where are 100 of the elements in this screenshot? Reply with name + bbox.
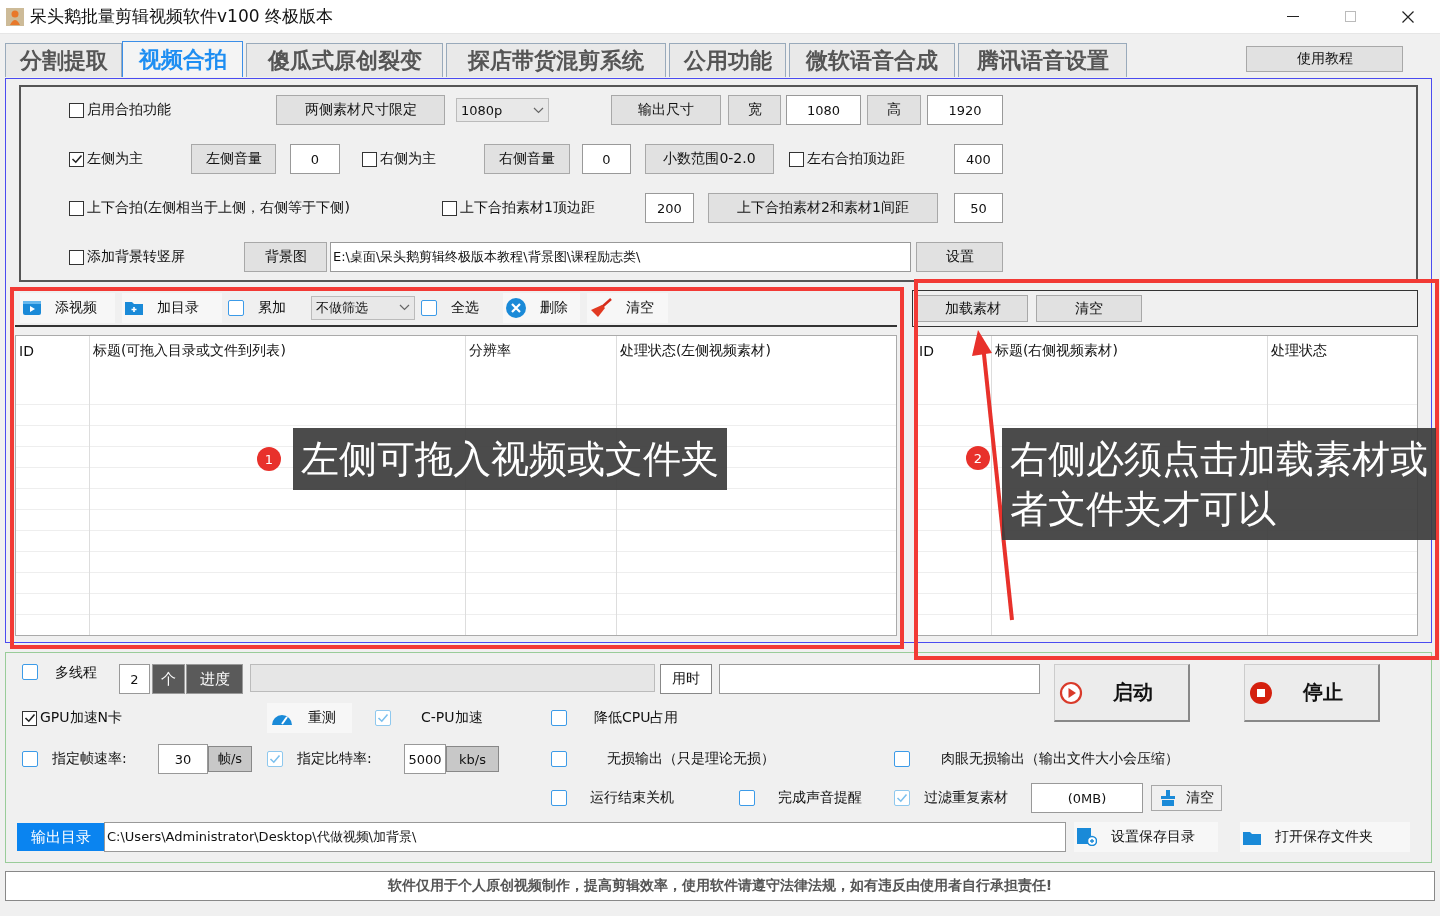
- checkbox[interactable]: [69, 151, 84, 167]
- tab[interactable]: 傻瓜式原创裂变: [246, 43, 443, 77]
- checkbox-label: 过滤重复素材: [924, 789, 1008, 807]
- checkbox[interactable]: [551, 710, 567, 726]
- maximize-icon[interactable]: [1345, 11, 1356, 22]
- checkbox[interactable]: [739, 790, 755, 806]
- checkbox-label: C-PU加速: [421, 709, 483, 727]
- button[interactable]: 背景图: [244, 242, 327, 272]
- button[interactable]: 上下合拍素材2和素材1间距: [708, 193, 938, 223]
- checkbox[interactable]: [69, 200, 84, 216]
- dropdown[interactable]: 1080p: [456, 98, 549, 122]
- minimize-icon[interactable]: [1287, 15, 1299, 18]
- text-field[interactable]: [719, 664, 1040, 694]
- text-field[interactable]: E:\桌面\呆头鹅剪辑终极版本教程\背景图\课程励志类\: [330, 242, 911, 272]
- checkbox[interactable]: [228, 299, 244, 316]
- checkbox-label: 无损输出（只是理论无损）: [607, 750, 775, 768]
- tab[interactable]: 分割提取: [5, 43, 122, 77]
- checkbox[interactable]: [894, 751, 910, 767]
- checkbox[interactable]: [551, 790, 567, 806]
- checkbox-label: 多线程: [55, 664, 97, 682]
- brush-icon: [1159, 790, 1176, 806]
- button[interactable]: 设置: [916, 242, 1003, 272]
- checkbox-label: 右侧为主: [380, 150, 436, 168]
- button[interactable]: 小数范围0-2.0: [645, 144, 774, 174]
- checkbox-label: 左侧为主: [87, 150, 143, 168]
- checkbox-label: 指定比特率:: [297, 750, 372, 768]
- dropdown[interactable]: 不做筛选: [311, 295, 415, 320]
- checkbox[interactable]: [789, 151, 804, 167]
- tool-button[interactable]: 添视频: [20, 292, 115, 323]
- text-field[interactable]: 50: [954, 193, 1003, 223]
- checkbox[interactable]: [22, 710, 37, 726]
- text-field[interactable]: 200: [645, 193, 694, 223]
- button[interactable]: 高: [867, 95, 921, 125]
- checkbox-label: GPU加速N卡: [40, 709, 122, 727]
- text-field[interactable]: C:\Users\Administrator\Desktop\代做视频\加背景\: [104, 822, 1066, 852]
- button[interactable]: 加载素材: [917, 295, 1028, 322]
- clear-button[interactable]: 清空: [1151, 785, 1222, 811]
- text-field[interactable]: 1080: [786, 95, 861, 125]
- text-field[interactable]: 30: [158, 744, 208, 774]
- text-field[interactable]: 5000: [404, 744, 446, 774]
- checkbox-label: 完成声音提醒: [778, 789, 862, 807]
- column-header[interactable]: 处理状态: [1271, 342, 1327, 360]
- chevron-icon: [533, 106, 544, 114]
- checkbox-label: 降低CPU占用: [594, 709, 679, 727]
- column-header[interactable]: 标题(右侧视频素材): [995, 342, 1118, 360]
- text-field[interactable]: 1920: [927, 95, 1003, 125]
- help-button[interactable]: 使用教程: [1246, 46, 1403, 72]
- callout-text: 右侧必须点击加载素材或者文件夹才可以: [1002, 428, 1436, 540]
- text-field[interactable]: 0: [582, 144, 631, 174]
- tool-button[interactable]: 删除: [503, 292, 580, 323]
- checkbox-label: 添加背景转竖屏: [87, 248, 185, 266]
- checkbox[interactable]: [442, 200, 457, 216]
- text-field[interactable]: 400: [954, 144, 1003, 174]
- checkbox-label: 全选: [451, 298, 479, 317]
- checkbox[interactable]: [69, 249, 84, 265]
- play-icon: [1059, 680, 1083, 705]
- unit-label: 帧/s: [208, 746, 252, 772]
- checkbox-label: 肉眼无损输出（输出文件大小会压缩）: [941, 750, 1179, 768]
- button[interactable]: 输出尺寸: [611, 95, 721, 125]
- checkbox[interactable]: [421, 299, 437, 316]
- stop-icon: [1249, 680, 1273, 705]
- tab[interactable]: 腾讯语音设置: [958, 43, 1127, 77]
- tab[interactable]: 探店带货混剪系统: [446, 43, 666, 77]
- video-icon: [23, 299, 41, 316]
- checkbox-label: 上下合拍(左侧相当于上侧，右侧等于下侧): [87, 199, 350, 217]
- text-field[interactable]: 2: [119, 664, 150, 694]
- tool-button[interactable]: 加目录: [122, 292, 222, 323]
- text-field[interactable]: (0MB): [1031, 783, 1143, 813]
- tab[interactable]: 公用功能: [669, 43, 786, 77]
- tab[interactable]: 微软语音合成: [789, 43, 955, 77]
- checkbox[interactable]: [69, 102, 84, 118]
- button[interactable]: 停止: [1244, 664, 1380, 722]
- checkbox[interactable]: [362, 151, 377, 167]
- tool-button[interactable]: 重测: [267, 703, 352, 733]
- checkbox-label: 启用合拍功能: [87, 101, 171, 119]
- tool-button[interactable]: 清空: [587, 292, 668, 323]
- button[interactable]: 启动: [1054, 664, 1190, 722]
- text-field[interactable]: 0: [290, 144, 340, 174]
- column-header[interactable]: ID: [19, 343, 34, 359]
- column-header[interactable]: 标题(可拖入目录或文件到列表): [93, 342, 286, 360]
- button[interactable]: 清空: [1036, 295, 1142, 322]
- button[interactable]: 右侧音量: [484, 144, 570, 174]
- button[interactable]: 宽: [728, 95, 781, 125]
- checkbox[interactable]: [22, 751, 38, 767]
- tool-button[interactable]: 打开保存文件夹: [1240, 822, 1410, 852]
- label: 进度: [186, 664, 243, 694]
- checkbox[interactable]: [551, 751, 567, 767]
- checkbox[interactable]: [22, 664, 38, 680]
- column-header[interactable]: 处理状态(左侧视频素材): [620, 342, 771, 360]
- column-header[interactable]: ID: [919, 343, 934, 359]
- delete-icon: [506, 297, 526, 318]
- chevron-icon: [399, 304, 410, 311]
- close-icon[interactable]: [1402, 10, 1414, 23]
- column-header[interactable]: 分辨率: [469, 342, 511, 360]
- checkbox-label: 左右合拍顶边距: [807, 150, 905, 168]
- button[interactable]: 两侧素材尺寸限定: [276, 95, 445, 125]
- tool-button[interactable]: 设置保存目录: [1074, 822, 1218, 852]
- button[interactable]: 左侧音量: [191, 144, 276, 174]
- button[interactable]: 用时: [660, 664, 712, 694]
- broom-icon: [590, 297, 612, 318]
